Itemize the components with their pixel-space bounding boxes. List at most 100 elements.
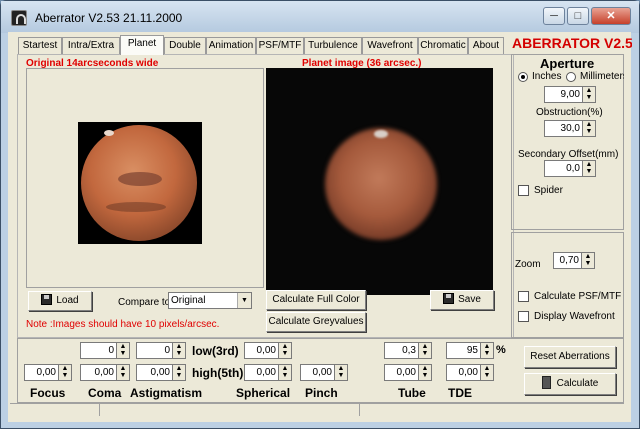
tube-input[interactable] (384, 364, 418, 381)
spin-arrows-icon[interactable]: ▲ ▼ (582, 86, 596, 103)
calculate-greyvalues-button[interactable]: Calculate Greyvalues (266, 312, 366, 332)
offset-stepper[interactable]: ▲▼ (544, 160, 596, 177)
tube-top-input[interactable] (384, 342, 418, 359)
focus-label: Focus (30, 386, 66, 400)
coma-low-stepper[interactable]: ▲▼ (80, 342, 130, 359)
spin-arrows-icon[interactable]: ▲ ▼ (582, 120, 596, 137)
tde-input[interactable] (446, 364, 480, 381)
compare-label: Compare to (118, 297, 171, 308)
coma-label: Coma (88, 386, 122, 400)
planet-image-panel (266, 68, 493, 295)
offset-input[interactable] (544, 160, 582, 177)
tab-psf-mtf[interactable]: PSF/MTF (256, 37, 304, 54)
obstruction-stepper[interactable]: ▲▼ (544, 120, 596, 137)
tab-startest[interactable]: Startest (18, 37, 62, 54)
calculate-psf-checkbox[interactable] (518, 291, 529, 302)
spider-label: Spider (534, 185, 563, 196)
zoom-stepper[interactable]: ▲▼ (553, 252, 595, 269)
tab-double[interactable]: Double (164, 37, 206, 54)
pinch-stepper[interactable]: ▲▼ (300, 364, 348, 381)
tab-about[interactable]: About (468, 37, 504, 54)
diameter-input[interactable] (544, 86, 582, 103)
spherical-low-input[interactable] (244, 342, 278, 359)
inches-label: Inches (532, 71, 562, 82)
coma-high-stepper[interactable]: ▲▼ (80, 364, 130, 381)
window-title: Aberrator V2.53 21.11.2000 (35, 11, 183, 25)
focus-stepper[interactable]: ▲▼ (24, 364, 72, 381)
spherical-high-stepper[interactable]: ▲▼ (244, 364, 292, 381)
chevron-down-icon: ▼ (237, 293, 251, 308)
tde-top-input[interactable] (446, 342, 480, 359)
low-3rd-label: low(3rd) (192, 344, 239, 358)
calculate-full-color-button[interactable]: Calculate Full Color (266, 290, 366, 310)
tab-wavefront[interactable]: Wavefront (362, 37, 418, 54)
tab-animation[interactable]: Animation (206, 37, 256, 54)
spider-checkbox[interactable] (518, 185, 529, 196)
spin-arrows-icon[interactable]: ▲ ▼ (334, 364, 348, 381)
tab-chromatic[interactable]: Chromatic (418, 37, 468, 54)
astig-low-input[interactable] (136, 342, 172, 359)
title-bar: Aberrator V2.53 21.11.2000 ─ □ ✕ (1, 1, 639, 33)
focus-input[interactable] (24, 364, 58, 381)
tde-stepper[interactable]: ▲▼ (446, 364, 494, 381)
status-panel (100, 404, 360, 416)
brand-title: ABERRATOR V2.5 (512, 35, 632, 51)
tab-planet[interactable]: Planet (120, 35, 164, 55)
minimize-button[interactable]: ─ (543, 7, 565, 25)
spin-arrows-icon[interactable]: ▲ ▼ (58, 364, 72, 381)
maximize-button[interactable]: □ (567, 7, 589, 25)
reset-aberrations-button[interactable]: Reset Aberrations (524, 346, 616, 368)
astig-high-input[interactable] (136, 364, 172, 381)
app-icon[interactable] (11, 10, 27, 26)
spherical-low-stepper[interactable]: ▲▼ (244, 342, 292, 359)
spherical-high-input[interactable] (244, 364, 278, 381)
spin-arrows-icon[interactable]: ▲ ▼ (480, 364, 494, 381)
compare-select[interactable]: Original ▼ (168, 292, 252, 309)
percent-label: % (496, 344, 506, 356)
calculate-button[interactable]: Calculate (524, 373, 616, 395)
spin-arrows-icon[interactable]: ▲ ▼ (581, 252, 595, 269)
display-wavefront-checkbox[interactable] (518, 311, 529, 322)
spin-arrows-icon[interactable]: ▲ ▼ (418, 342, 432, 359)
status-bar (10, 403, 624, 416)
spin-arrows-icon[interactable]: ▲ ▼ (480, 342, 494, 359)
tab-turbulence[interactable]: Turbulence (304, 37, 362, 54)
pinch-input[interactable] (300, 364, 334, 381)
aperture-title: Aperture (540, 56, 595, 71)
coma-high-input[interactable] (80, 364, 116, 381)
tube-label: Tube (398, 386, 426, 400)
spin-arrows-icon[interactable]: ▲ ▼ (582, 160, 596, 177)
spin-arrows-icon[interactable]: ▲ ▼ (278, 342, 292, 359)
astig-low-stepper[interactable]: ▲▼ (136, 342, 186, 359)
tde-top-stepper[interactable]: ▲▼ (446, 342, 494, 359)
coma-low-input[interactable] (80, 342, 116, 359)
obstruction-label: Obstruction(%) (536, 107, 603, 118)
status-panel (10, 404, 100, 416)
spin-arrows-icon[interactable]: ▲ ▼ (116, 364, 130, 381)
load-button[interactable]: Load (28, 291, 92, 311)
note-text: Note :Images should have 10 pixels/arcse… (26, 319, 220, 330)
close-button[interactable]: ✕ (591, 7, 631, 25)
tube-stepper[interactable]: ▲▼ (384, 364, 432, 381)
astig-high-stepper[interactable]: ▲▼ (136, 364, 186, 381)
display-wavefront-label: Display Wavefront (534, 311, 615, 322)
diameter-stepper[interactable]: ▲▼ (544, 86, 596, 103)
millimeters-radio[interactable] (566, 72, 576, 82)
tube-top-stepper[interactable]: ▲▼ (384, 342, 432, 359)
calculate-psf-label: Calculate PSF/MTF (534, 291, 622, 302)
high-5th-label: high(5th) (192, 366, 244, 380)
calculator-icon (541, 376, 551, 389)
save-button[interactable]: Save (430, 290, 494, 310)
inches-radio[interactable] (518, 72, 528, 82)
spin-arrows-icon[interactable]: ▲ ▼ (278, 364, 292, 381)
millimeters-label: Millimeters (580, 71, 624, 82)
zoom-label: Zoom (515, 259, 541, 270)
tab-intra-extra[interactable]: Intra/Extra (62, 37, 120, 54)
pinch-label: Pinch (305, 386, 338, 400)
spin-arrows-icon[interactable]: ▲ ▼ (172, 342, 186, 359)
zoom-input[interactable] (553, 252, 581, 269)
spin-arrows-icon[interactable]: ▲ ▼ (116, 342, 130, 359)
obstruction-input[interactable] (544, 120, 582, 137)
spin-arrows-icon[interactable]: ▲ ▼ (172, 364, 186, 381)
spin-arrows-icon[interactable]: ▲ ▼ (418, 364, 432, 381)
